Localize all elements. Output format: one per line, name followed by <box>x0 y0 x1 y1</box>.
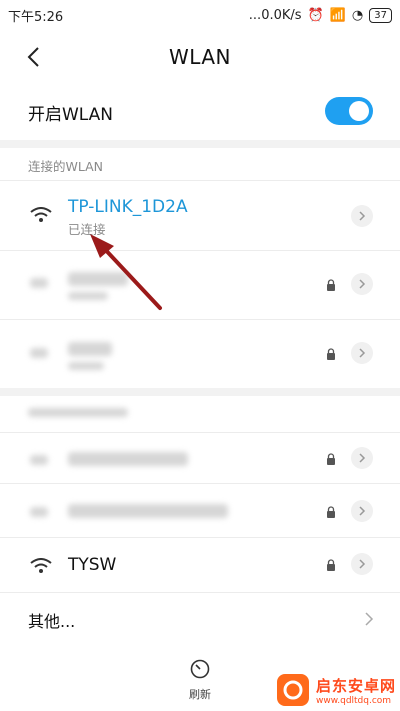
divider <box>0 432 400 433</box>
chevron-right-icon <box>359 279 366 289</box>
section-gap <box>0 388 400 396</box>
wifi-icon <box>30 207 52 222</box>
status-time: 下午5:26 <box>8 9 64 25</box>
watermark-text: 启东安卓网 www.qdltdq.com <box>316 675 396 706</box>
watermark-url: www.qdltdq.com <box>315 695 392 706</box>
blurred-network-name <box>68 504 228 518</box>
connected-section-label: 连接的WLAN <box>28 159 104 174</box>
divider <box>0 592 400 593</box>
blurred-network-name <box>68 342 112 356</box>
blurred-wifi-icon <box>30 455 48 465</box>
chevron-right-icon <box>359 559 366 569</box>
chevron-right-icon <box>365 612 374 626</box>
watermark: 启东安卓网 www.qdltdq.com <box>276 673 396 707</box>
bottom-bar: 刷新 启东安卓网 www.qdltdq.com <box>0 650 400 711</box>
network-detail-button[interactable] <box>351 553 373 575</box>
blurred-network-sub <box>68 362 104 370</box>
blurred-wifi-icon <box>30 507 48 517</box>
watermark-logo-icon <box>276 674 309 706</box>
network-detail-button[interactable] <box>351 500 373 522</box>
lock-icon <box>327 453 335 465</box>
lock-icon <box>327 279 335 291</box>
chevron-right-icon <box>359 348 366 358</box>
wlan-toggle-label: 开启WLAN <box>28 104 114 125</box>
network-name: TP-LINK_1D2A <box>68 197 188 217</box>
status-right: ...0.0K/s ⏰ 📶 ◔ 37 <box>248 7 400 23</box>
page-title: WLAN <box>168 45 232 69</box>
divider <box>0 250 400 251</box>
alarm-icon: ⏰ <box>307 7 324 23</box>
signal-icon: 📶 <box>329 7 346 23</box>
network-detail-button[interactable] <box>351 205 373 227</box>
network-detail-button[interactable] <box>351 447 373 469</box>
wlan-toggle-switch[interactable] <box>325 97 373 125</box>
lock-icon <box>327 559 335 571</box>
section-gap <box>0 140 400 148</box>
divider <box>0 483 400 484</box>
lock-icon <box>327 506 335 518</box>
divider <box>0 180 400 181</box>
network-status: 已连接 <box>68 222 106 237</box>
blurred-network-name <box>68 272 128 286</box>
status-bar: 下午5:26 ...0.0K/s ⏰ 📶 ◔ 37 <box>0 0 400 30</box>
divider <box>0 537 400 538</box>
chevron-right-icon <box>359 211 366 221</box>
switch-knob <box>349 101 369 121</box>
blurred-wifi-icon <box>30 348 48 358</box>
refresh-label: 刷新 <box>189 688 211 701</box>
divider <box>0 319 400 320</box>
network-detail-button[interactable] <box>351 342 373 364</box>
chevron-right-icon <box>359 453 366 463</box>
network-detail-button[interactable] <box>351 273 373 295</box>
wifi-status-icon: ◔ <box>351 7 364 23</box>
refresh-button[interactable]: 刷新 <box>180 658 220 702</box>
chevron-right-icon <box>359 506 366 516</box>
blurred-section-label <box>28 408 128 417</box>
page-header: WLAN <box>0 30 400 84</box>
blurred-network-sub <box>68 292 108 300</box>
other-label: 其他... <box>28 612 76 631</box>
blurred-wifi-icon <box>30 278 48 288</box>
network-name: TYSW <box>68 555 117 575</box>
lock-icon <box>327 348 335 360</box>
back-arrow-icon[interactable] <box>22 44 48 70</box>
refresh-icon <box>190 659 210 679</box>
blurred-network-name <box>68 452 188 466</box>
battery-icon: 37 <box>369 7 392 23</box>
wlan-toggle-row: 开启WLAN <box>0 84 400 140</box>
watermark-brand: 启东安卓网 <box>315 676 396 695</box>
wifi-icon <box>30 558 52 573</box>
network-speed: ...0.0K/s <box>248 7 302 23</box>
